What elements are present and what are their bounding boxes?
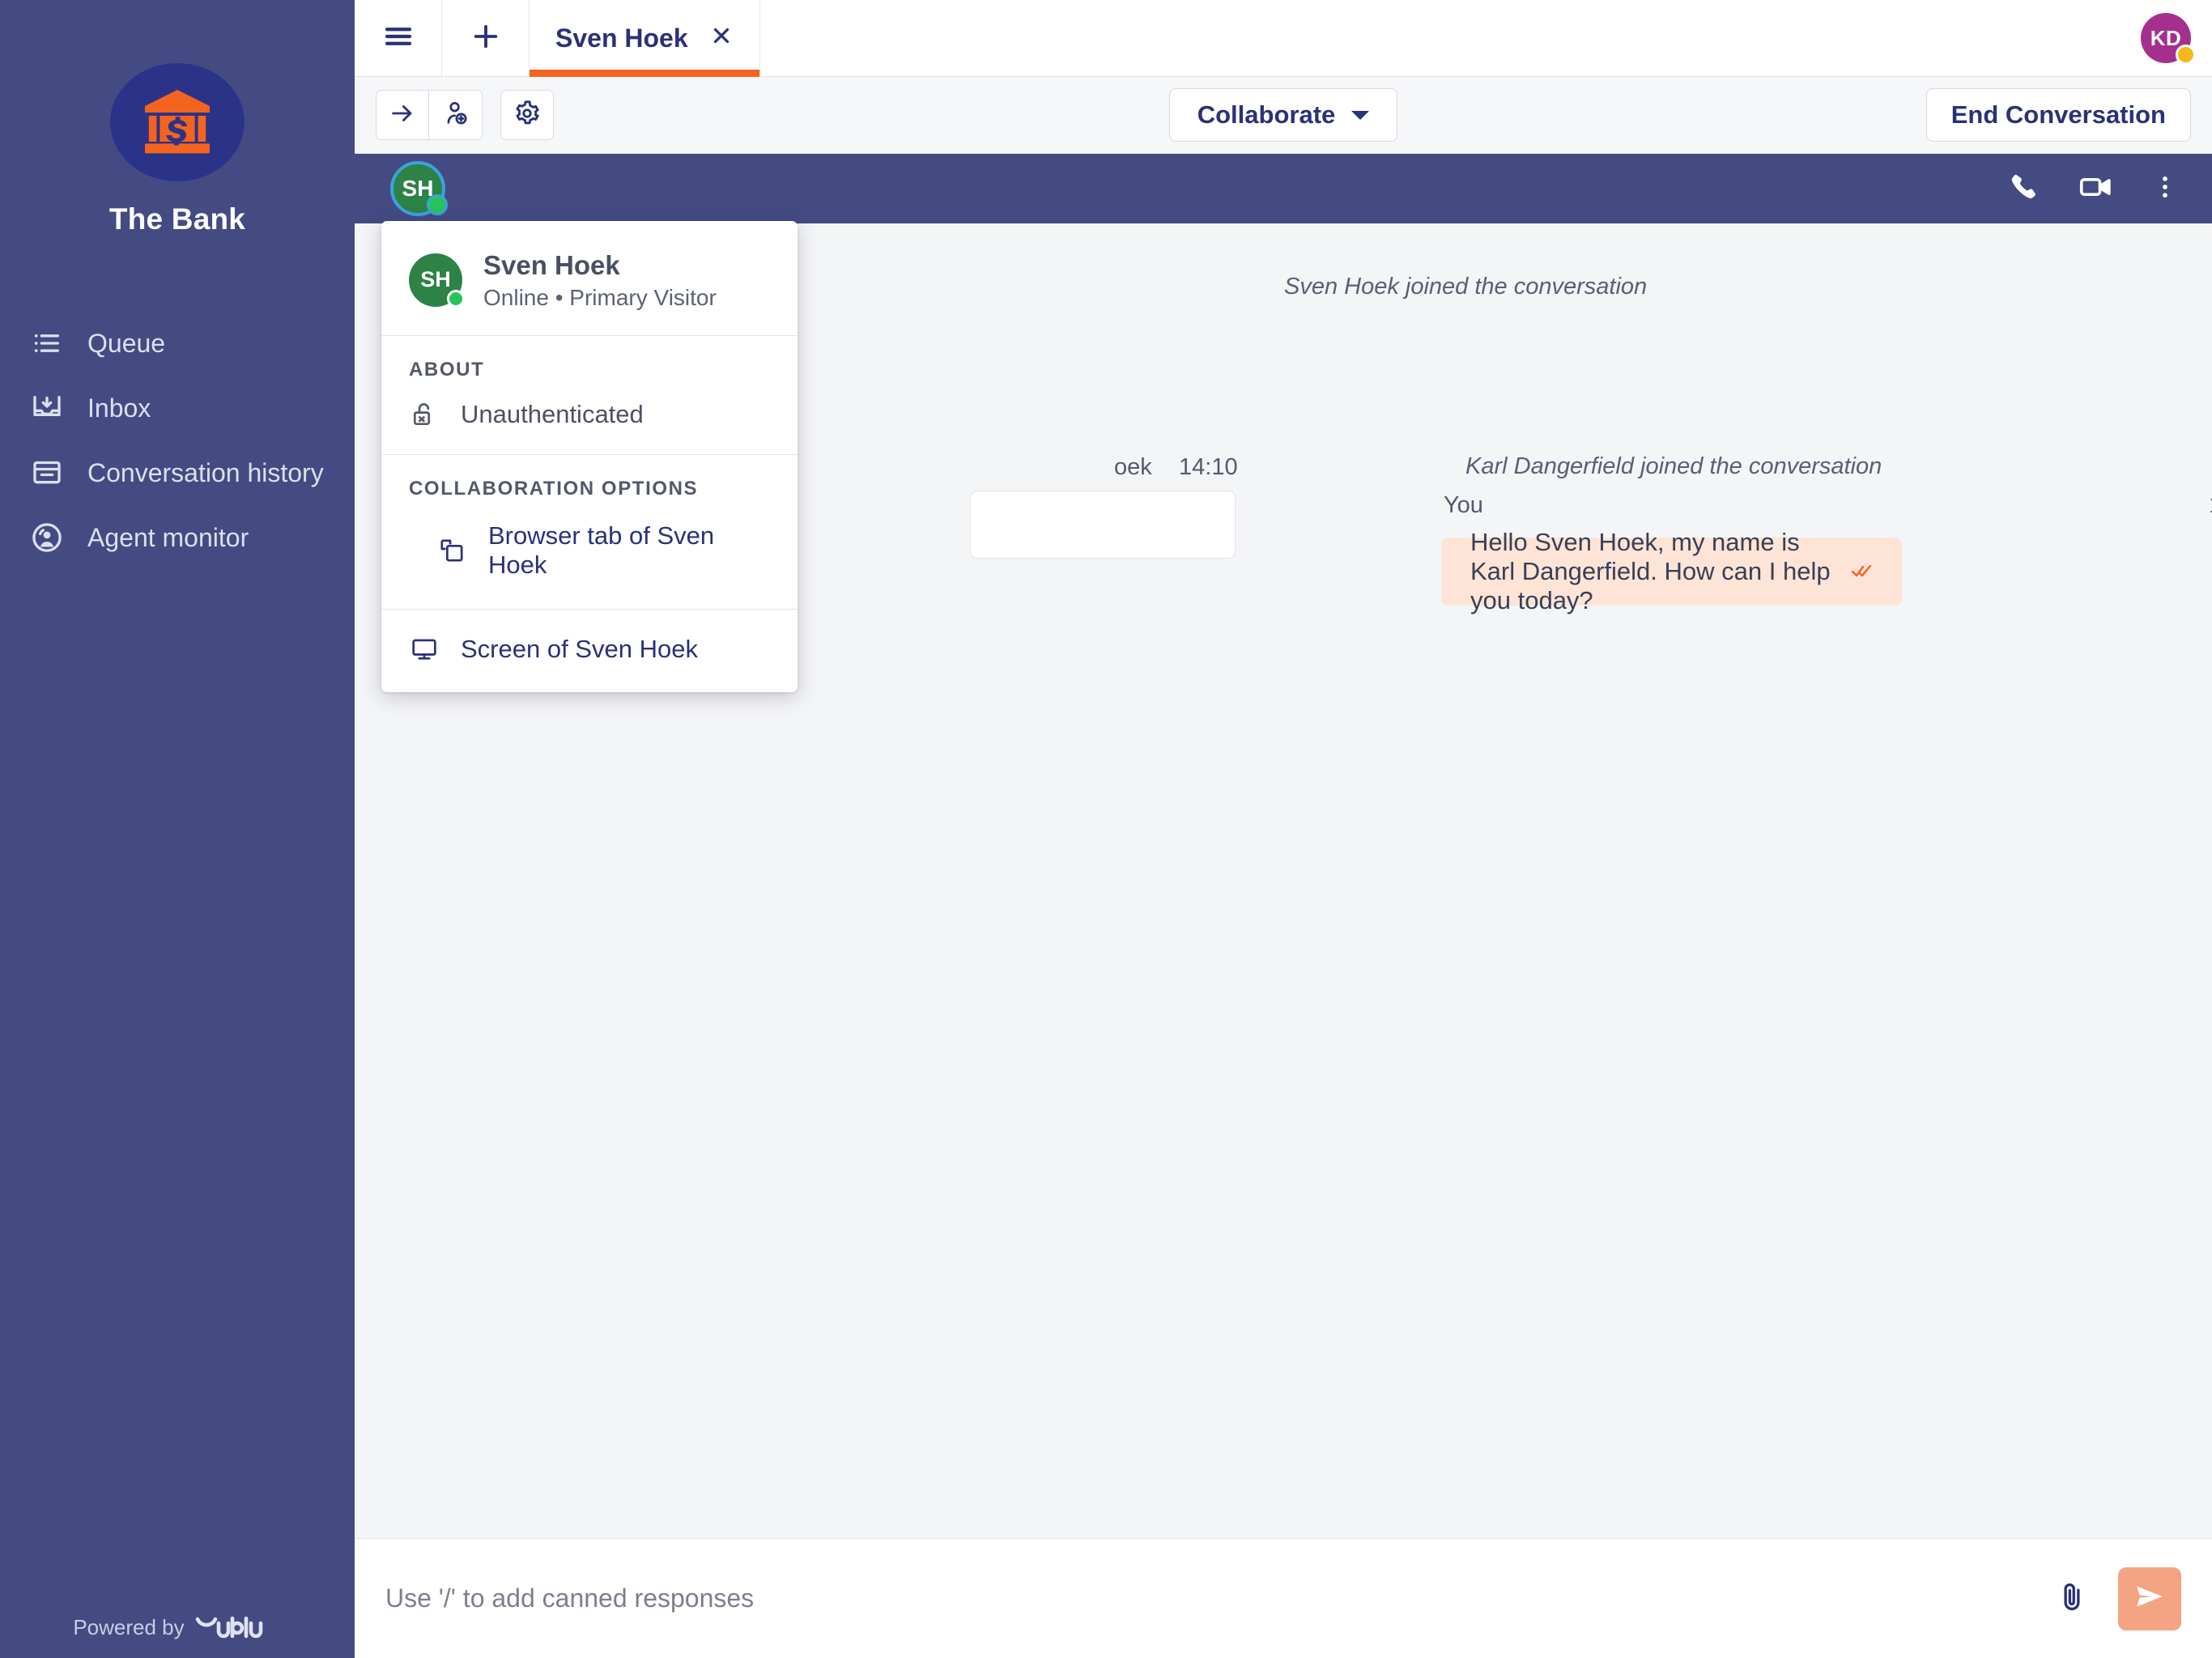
new-tab-button[interactable]	[442, 0, 530, 76]
conversation-header: SH	[355, 154, 2212, 223]
more-vertical-icon	[2150, 172, 2180, 206]
message-sender: You	[1444, 492, 1483, 519]
agent-monitor-icon	[26, 517, 68, 559]
conversation-header-actions	[2008, 169, 2191, 209]
settings-button[interactable]	[500, 90, 554, 140]
visitor-details-popover: SH Sven Hoek Online • Primary Visitor AB…	[381, 221, 798, 692]
phone-icon	[2008, 171, 2040, 207]
popover-collaboration-section: COLLABORATION OPTIONS Browser tab of Sve…	[381, 454, 798, 609]
chevron-down-icon	[1351, 111, 1369, 120]
tab-sven-hoek[interactable]: Sven Hoek	[530, 0, 760, 76]
plus-icon	[469, 19, 503, 57]
end-conversation-label: End Conversation	[1951, 100, 2166, 130]
sidebar-item-label: Queue	[87, 329, 165, 359]
message-input[interactable]	[385, 1584, 2055, 1613]
message-bubble-incoming	[970, 491, 1236, 559]
sidebar: The Bank Queue	[0, 0, 355, 1658]
paperclip-icon	[2055, 1579, 2089, 1618]
hamburger-menu-button[interactable]	[355, 0, 442, 76]
message-timestamp: 14:10	[1179, 454, 1238, 481]
sidebar-nav: Queue Inbox	[0, 311, 355, 570]
more-options-button[interactable]	[2150, 172, 2180, 206]
list-icon	[26, 322, 68, 364]
browser-tab-icon	[436, 535, 467, 566]
forward-conversation-button[interactable]	[376, 90, 429, 140]
send-icon	[2132, 1579, 2167, 1618]
avatar: SH	[409, 253, 462, 307]
video-camera-icon	[2078, 169, 2113, 209]
app-root: The Bank Queue	[0, 0, 2212, 1658]
tab-label: Sven Hoek	[555, 23, 688, 53]
sidebar-item-inbox[interactable]: Inbox	[0, 376, 355, 440]
sidebar-item-queue[interactable]: Queue	[0, 311, 355, 376]
system-event: Sven Hoek joined the conversation	[1284, 274, 1647, 300]
status-badge	[427, 194, 448, 215]
arrow-right-icon	[389, 100, 416, 131]
collab-option-label: Browser tab of Sven Hoek	[488, 521, 742, 580]
popover-about-title: ABOUT	[409, 359, 770, 381]
system-event: Karl Dangerfield joined the conversation	[1465, 453, 1882, 480]
popover-about-row: Unauthenticated	[409, 399, 770, 430]
popover-header: SH Sven Hoek Online • Primary Visitor	[381, 221, 798, 335]
add-person-icon	[442, 100, 470, 131]
message-sender-partial: oek	[1114, 454, 1152, 481]
powered-by-label: Powered by	[73, 1615, 184, 1640]
collab-option-browser-tab[interactable]: Browser tab of Sven Hoek	[409, 518, 770, 601]
popover-collaboration-title: COLLABORATION OPTIONS	[409, 478, 770, 500]
hamburger-menu-icon	[381, 19, 415, 57]
brand-name: The Bank	[0, 202, 355, 236]
avatar-initials: SH	[420, 267, 451, 292]
avatar[interactable]: KD	[2141, 13, 2191, 63]
powered-by: Powered by	[0, 1614, 355, 1640]
participant-avatar-sven-hoek[interactable]: SH	[390, 161, 445, 216]
sidebar-item-label: Conversation history	[87, 458, 324, 488]
avatar-initials: KD	[2150, 26, 2182, 51]
message-composer	[355, 1538, 2212, 1658]
popover-name: Sven Hoek	[483, 249, 717, 282]
action-bar: Collaborate End Conversation	[355, 77, 2212, 154]
message-bubble-outgoing: Hello Sven Hoek, my name is Karl Dangerf…	[1441, 538, 1902, 606]
phone-call-button[interactable]	[2008, 171, 2040, 207]
double-check-icon	[1852, 559, 1873, 585]
collab-option-screen[interactable]: Screen of Sven Hoek	[381, 609, 798, 692]
popover-identity: Sven Hoek Online • Primary Visitor	[483, 249, 717, 311]
collab-option-label: Screen of Sven Hoek	[461, 635, 698, 664]
brand: The Bank	[0, 0, 355, 236]
popover-about-section: ABOUT Unauthenticated	[381, 335, 798, 454]
end-conversation-button[interactable]: End Conversation	[1926, 88, 2191, 142]
bank-building-icon	[110, 63, 245, 181]
collaborate-button[interactable]: Collaborate	[1169, 88, 1398, 142]
message-timestamp: 14:10	[2209, 492, 2212, 519]
sidebar-item-conversation-history[interactable]: Conversation history	[0, 440, 355, 505]
status-badge	[447, 290, 465, 308]
close-icon[interactable]	[709, 23, 734, 53]
gear-icon	[513, 100, 541, 131]
transfer-button-group	[376, 90, 483, 140]
sidebar-item-agent-monitor[interactable]: Agent monitor	[0, 505, 355, 570]
popover-status: Online • Primary Visitor	[483, 285, 717, 311]
add-person-button[interactable]	[429, 90, 483, 140]
video-call-button[interactable]	[2078, 169, 2113, 209]
sidebar-item-label: Inbox	[87, 393, 151, 423]
unblu-logo	[194, 1614, 282, 1640]
popover-about-value: Unauthenticated	[461, 400, 644, 429]
status-badge	[2176, 45, 2196, 65]
send-message-button[interactable]	[2118, 1567, 2181, 1630]
attach-file-button[interactable]	[2055, 1579, 2089, 1618]
message-text: Hello Sven Hoek, my name is Karl Dangerf…	[1470, 528, 1844, 615]
archive-icon	[26, 452, 68, 494]
collaborate-label: Collaborate	[1197, 100, 1336, 130]
unlock-x-icon	[409, 399, 440, 430]
monitor-icon	[409, 634, 440, 665]
inbox-download-icon	[26, 387, 68, 429]
sidebar-item-label: Agent monitor	[87, 523, 249, 553]
tab-strip: Sven Hoek KD	[355, 0, 2212, 77]
